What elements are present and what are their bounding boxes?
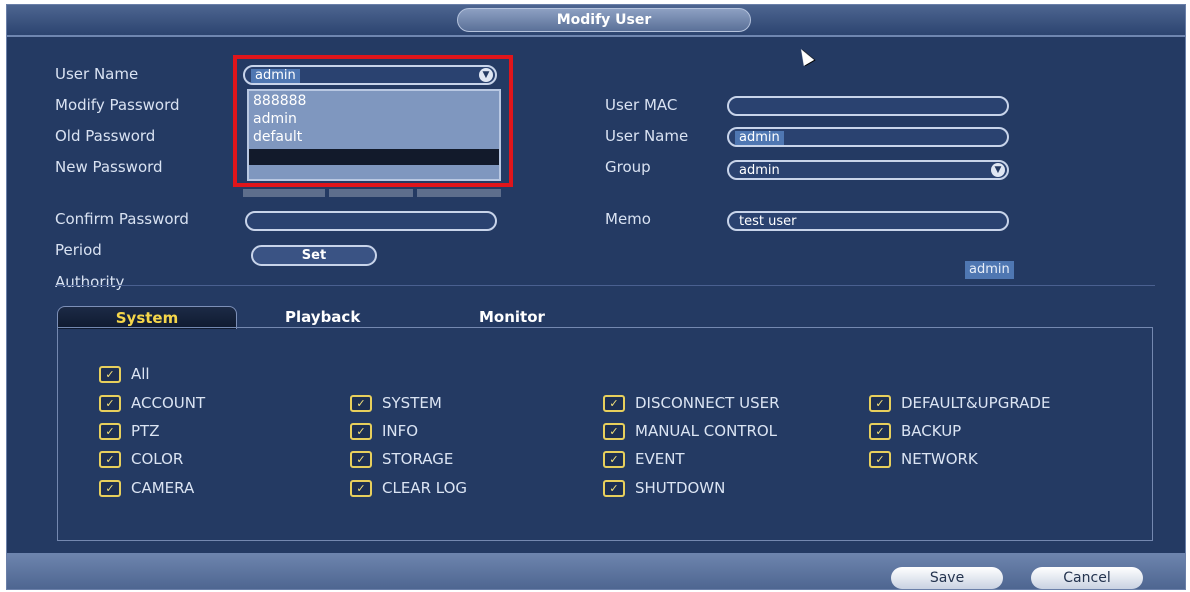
check-icon: ✓ — [99, 394, 121, 412]
permission-label: COLOR — [131, 450, 184, 468]
confirm-password-input[interactable] — [245, 211, 497, 231]
permission-checkbox[interactable]: ✓ CAMERA — [99, 479, 194, 497]
permission-checkbox[interactable]: ✓ COLOR — [99, 450, 183, 468]
check-icon: ✓ — [99, 450, 121, 468]
title-bar: Modify User — [7, 5, 1185, 37]
permission-label: All — [131, 365, 150, 383]
mouse-pointer-icon — [795, 46, 815, 66]
password-strength-medium — [329, 189, 413, 197]
permission-checkbox[interactable]: ✓ SHUTDOWN — [603, 479, 725, 497]
right-user-name-value: admin — [735, 131, 784, 145]
check-icon: ✓ — [603, 479, 625, 497]
permission-label: EVENT — [635, 450, 685, 468]
confirm-password-label: Confirm Password — [55, 210, 189, 228]
permission-label: DEFAULT&UPGRADE — [901, 394, 1051, 412]
check-icon: ✓ — [99, 365, 121, 383]
permission-label: SHUTDOWN — [635, 479, 726, 497]
check-icon: ✓ — [603, 450, 625, 468]
check-icon: ✓ — [603, 422, 625, 440]
permission-checkbox[interactable]: ✓ INFO — [350, 422, 418, 440]
check-icon: ✓ — [350, 422, 372, 440]
permission-label: CAMERA — [131, 479, 195, 497]
tab-playback[interactable]: Playback — [285, 306, 360, 328]
check-icon: ✓ — [350, 394, 372, 412]
permission-checkbox[interactable]: ✓ PTZ — [99, 422, 159, 440]
memo-value: test user — [739, 214, 797, 229]
period-set-button[interactable]: Set — [251, 245, 377, 266]
admin-tag: admin — [965, 261, 1014, 279]
permission-label: DISCONNECT USER — [635, 394, 780, 412]
tab-system[interactable]: System — [57, 306, 237, 329]
new-password-label: New Password — [55, 158, 163, 176]
modify-password-label: Modify Password — [55, 96, 180, 114]
check-icon: ✓ — [99, 479, 121, 497]
permission-checkbox[interactable]: ✓ EVENT — [603, 450, 685, 468]
check-icon: ✓ — [603, 394, 625, 412]
password-strength-strong — [417, 189, 501, 197]
chevron-down-icon[interactable]: ▼ — [991, 163, 1005, 177]
group-selected-value: admin — [739, 163, 780, 178]
check-icon: ✓ — [869, 394, 891, 412]
dialog-title: Modify User — [457, 8, 751, 32]
permission-label: BACKUP — [901, 422, 962, 440]
right-user-name-input[interactable]: admin — [727, 127, 1009, 147]
permission-all-checkbox[interactable]: ✓ All — [99, 365, 150, 383]
user-mac-value — [735, 100, 743, 114]
period-label: Period — [55, 241, 102, 259]
user-mac-input[interactable] — [727, 96, 1009, 116]
authority-divider — [55, 285, 1155, 286]
password-strength-weak — [243, 189, 325, 197]
right-user-name-label: User Name — [605, 127, 689, 145]
permission-checkbox[interactable]: ✓ STORAGE — [350, 450, 453, 468]
permission-label: CLEAR LOG — [382, 479, 468, 497]
permission-checkbox[interactable]: ✓ DEFAULT&UPGRADE — [869, 394, 1050, 412]
memo-input[interactable]: test user — [727, 211, 1009, 231]
group-label: Group — [605, 158, 651, 176]
check-icon: ✓ — [350, 479, 372, 497]
check-icon: ✓ — [350, 450, 372, 468]
permission-checkbox[interactable]: ✓ BACKUP — [869, 422, 961, 440]
user-name-label: User Name — [55, 65, 139, 83]
dialog-footer — [7, 553, 1185, 589]
permission-checkbox[interactable]: ✓ CLEAR LOG — [350, 479, 467, 497]
cancel-button[interactable]: Cancel — [1031, 567, 1143, 589]
permission-label: MANUAL CONTROL — [635, 422, 778, 440]
permission-label: PTZ — [131, 422, 160, 440]
check-icon: ✓ — [869, 422, 891, 440]
permission-checkbox[interactable]: ✓ NETWORK — [869, 450, 978, 468]
permission-checkbox[interactable]: ✓ SYSTEM — [350, 394, 442, 412]
authority-label: Authority — [55, 273, 125, 291]
group-select[interactable]: admin ▼ — [727, 160, 1009, 180]
check-icon: ✓ — [99, 422, 121, 440]
permission-label: STORAGE — [382, 450, 454, 468]
permission-label: INFO — [382, 422, 419, 440]
permission-checkbox[interactable]: ✓ DISCONNECT USER — [603, 394, 780, 412]
memo-label: Memo — [605, 210, 651, 228]
save-button[interactable]: Save — [891, 567, 1003, 589]
permission-checkbox[interactable]: ✓ MANUAL CONTROL — [603, 422, 777, 440]
permission-label: NETWORK — [901, 450, 978, 468]
old-password-label: Old Password — [55, 127, 156, 145]
user-mac-label: User MAC — [605, 96, 678, 114]
permission-checkbox[interactable]: ✓ ACCOUNT — [99, 394, 205, 412]
highlight-box — [233, 55, 513, 187]
permission-label: ACCOUNT — [131, 394, 206, 412]
tab-monitor[interactable]: Monitor — [479, 306, 545, 328]
modify-user-dialog: Modify User User Name Modify Password Ol… — [6, 4, 1186, 590]
permission-label: SYSTEM — [382, 394, 442, 412]
check-icon: ✓ — [869, 450, 891, 468]
